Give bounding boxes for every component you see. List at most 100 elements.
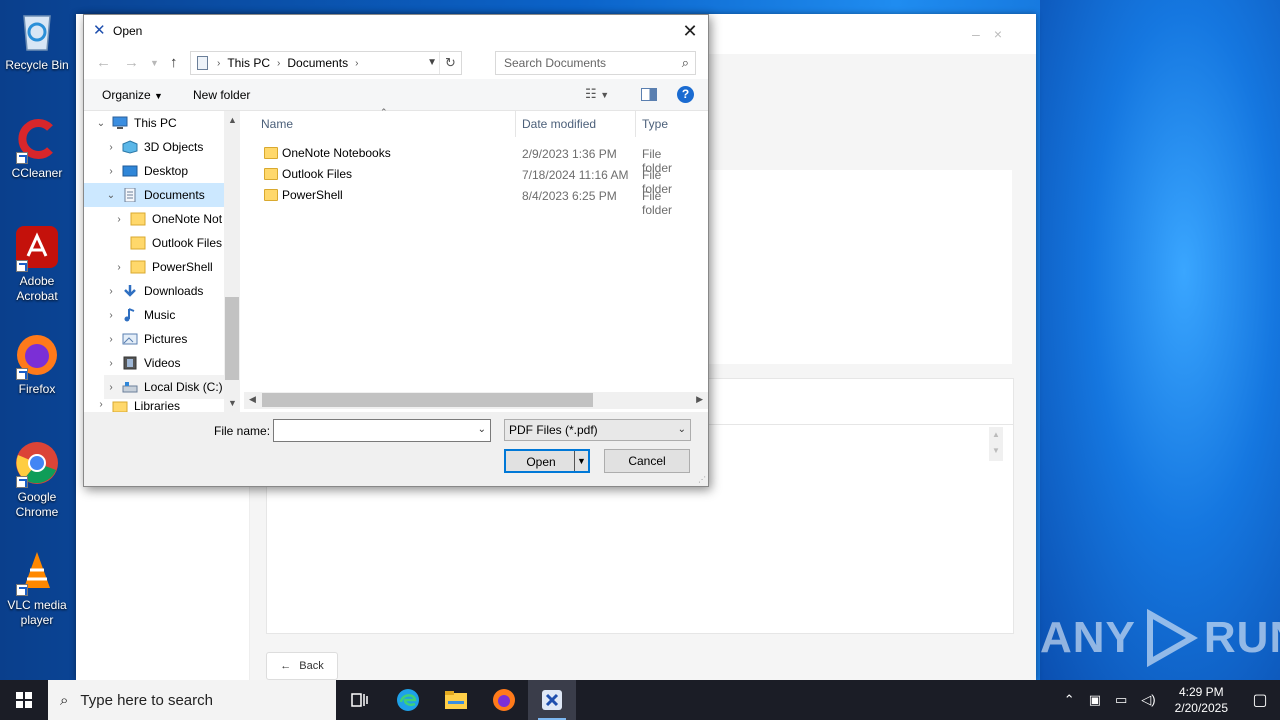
clock[interactable]: 4:29 PM 2/20/2025 xyxy=(1163,684,1240,716)
arrow-left-icon: ← xyxy=(280,660,292,672)
chevron-right-icon[interactable]: › xyxy=(112,262,126,273)
desktop-icon-recycle-bin[interactable]: Recycle Bin xyxy=(0,8,74,73)
help-icon[interactable]: ? xyxy=(677,86,694,103)
start-button[interactable] xyxy=(0,680,48,720)
file-name-input[interactable]: ⌄ xyxy=(273,419,491,442)
recent-locations-chevron-icon[interactable]: ▼ xyxy=(150,58,159,68)
tree-item-label: Local Disk (C:) xyxy=(144,380,223,394)
chevron-down-icon[interactable]: ⌄ xyxy=(104,190,118,201)
desktop-icon-adobe-acrobat[interactable]: Adobe Acrobat xyxy=(0,224,74,304)
file-row[interactable]: OneNote Notebooks 2/9/2023 1:36 PM File … xyxy=(244,143,684,175)
folder-icon xyxy=(264,168,278,180)
chevron-down-icon[interactable]: ⌄ xyxy=(678,420,686,440)
tree-scroll-thumb[interactable] xyxy=(225,297,239,380)
volume-icon[interactable]: ◁) xyxy=(1134,692,1162,708)
chevron-right-icon[interactable]: › xyxy=(104,166,118,177)
tree-item-powershell[interactable]: › PowerShell xyxy=(112,255,224,279)
scroll-right-icon[interactable]: ▶ xyxy=(696,394,703,405)
view-options-icon[interactable]: ☷ ▼ xyxy=(585,86,609,102)
chevron-right-icon[interactable]: › xyxy=(104,286,118,297)
file-row[interactable]: Outlook Files 7/18/2024 11:16 AM File fo… xyxy=(244,164,684,196)
tree-item-libraries[interactable]: › Libraries xyxy=(94,399,224,412)
tree-item-desktop[interactable]: › Desktop xyxy=(104,159,224,183)
film-icon xyxy=(123,356,137,370)
tree-item-documents[interactable]: ⌄ Documents xyxy=(84,183,224,207)
back-arrow-icon[interactable]: ← xyxy=(96,54,111,71)
breadcrumb-documents[interactable]: Documents xyxy=(287,56,348,70)
up-arrow-icon[interactable]: ↑ xyxy=(170,54,178,71)
desktop-icon-vlc[interactable]: VLC media player xyxy=(0,548,74,628)
tree-scrollbar[interactable]: ▲ ▼ xyxy=(224,111,240,412)
scroll-down-icon[interactable]: ▼ xyxy=(989,443,1003,459)
file-type-filter[interactable]: PDF Files (*.pdf) ⌄ xyxy=(504,419,691,441)
tree-item-outlook-files[interactable]: Outlook Files xyxy=(126,231,224,255)
search-input[interactable]: Search Documents ⌕ xyxy=(495,51,696,75)
address-bar[interactable]: › This PC › Documents › ▼ ↻ xyxy=(190,51,462,75)
column-separator[interactable] xyxy=(515,111,516,137)
device-icon[interactable]: ▣ xyxy=(1082,692,1108,708)
cancel-button[interactable]: Cancel xyxy=(604,449,690,473)
network-icon[interactable]: ▭ xyxy=(1108,692,1134,708)
refresh-icon[interactable]: ↻ xyxy=(439,52,461,74)
desktop-icon-firefox[interactable]: Firefox xyxy=(0,332,74,397)
taskbar-active-app[interactable] xyxy=(528,680,576,720)
tree-item-local-disk[interactable]: › Local Disk (C:) xyxy=(104,375,224,399)
open-button[interactable]: Open ▼ xyxy=(504,449,590,473)
chevron-down-icon[interactable]: ⌄ xyxy=(94,118,108,129)
breadcrumb-this-pc[interactable]: This PC xyxy=(227,56,270,70)
scroll-up-icon[interactable]: ▲ xyxy=(228,115,237,125)
chevron-right-icon[interactable]: › xyxy=(104,382,118,393)
desktop-icon-ccleaner[interactable]: CCleaner xyxy=(0,116,74,181)
tree-item-music[interactable]: › Music xyxy=(104,303,224,327)
tree-item-this-pc[interactable]: ⌄ This PC xyxy=(94,111,224,135)
taskbar-firefox[interactable] xyxy=(480,680,528,720)
tree-item-downloads[interactable]: › Downloads xyxy=(104,279,224,303)
tree-item-onenote[interactable]: › OneNote Not xyxy=(112,207,224,231)
tree-item-pictures[interactable]: › Pictures xyxy=(104,327,224,351)
scroll-up-icon[interactable]: ▲ xyxy=(989,427,1003,443)
firefox-icon xyxy=(493,689,515,711)
chevron-right-icon[interactable]: › xyxy=(104,334,118,345)
chevron-up-icon[interactable]: ⌃ xyxy=(1057,692,1082,708)
chevron-right-icon[interactable]: › xyxy=(104,142,118,153)
close-icon[interactable]: ✕ xyxy=(678,19,702,43)
notifications-icon[interactable]: ▢ xyxy=(1240,690,1280,710)
horizontal-scroll-thumb[interactable] xyxy=(262,393,593,407)
tree-item-label: OneNote Not xyxy=(152,212,223,226)
tree-item-label: 3D Objects xyxy=(144,140,204,154)
chevron-right-icon[interactable]: › xyxy=(104,358,118,369)
file-explorer-icon xyxy=(445,691,467,709)
chevron-right-icon[interactable]: › xyxy=(112,214,126,225)
tree-item-videos[interactable]: › Videos xyxy=(104,351,224,375)
chevron-right-icon[interactable]: › xyxy=(104,310,118,321)
file-list: ⌃ Name Date modified Type OneNote Notebo… xyxy=(244,107,708,412)
chevron-right-icon[interactable]: › xyxy=(94,399,108,410)
taskbar-file-explorer[interactable] xyxy=(432,680,480,720)
column-separator[interactable] xyxy=(635,111,636,137)
column-header-date-modified[interactable]: Date modified xyxy=(522,111,596,137)
new-folder-button[interactable]: New folder xyxy=(193,88,250,102)
address-dropdown-icon[interactable]: ▼ xyxy=(427,57,437,68)
dialog-titlebar[interactable]: ✕ Open ✕ xyxy=(84,15,708,47)
column-header-name[interactable]: Name xyxy=(261,111,293,137)
task-view-button[interactable] xyxy=(336,680,384,720)
resize-grip-icon[interactable]: ⋰ xyxy=(698,475,706,484)
taskbar-edge[interactable] xyxy=(384,680,432,720)
scroll-down-icon[interactable]: ▼ xyxy=(228,398,237,408)
chevron-down-icon[interactable]: ⌄ xyxy=(478,424,486,435)
chevron-down-icon: ▼ xyxy=(154,91,163,101)
taskbar-search-box[interactable]: ⌕ Type here to search xyxy=(48,680,336,720)
output-scrollbar[interactable]: ▲ ▼ xyxy=(989,427,1003,461)
file-list-horizontal-scrollbar[interactable]: ◀ ▶ xyxy=(244,392,708,409)
column-header-type[interactable]: Type xyxy=(642,111,668,137)
forward-arrow-icon[interactable]: → xyxy=(124,54,139,71)
open-split-dropdown-icon[interactable]: ▼ xyxy=(574,451,588,471)
file-row[interactable]: PowerShell 8/4/2023 6:25 PM File folder xyxy=(244,185,684,217)
back-button[interactable]: ← Back xyxy=(266,652,338,680)
organize-button[interactable]: Organize ▼ xyxy=(102,88,163,102)
app-icon xyxy=(542,690,562,710)
scroll-left-icon[interactable]: ◀ xyxy=(249,394,256,405)
preview-pane-icon[interactable] xyxy=(641,88,657,101)
tree-item-3d-objects[interactable]: › 3D Objects xyxy=(104,135,224,159)
desktop-icon-chrome[interactable]: Google Chrome xyxy=(0,440,74,520)
